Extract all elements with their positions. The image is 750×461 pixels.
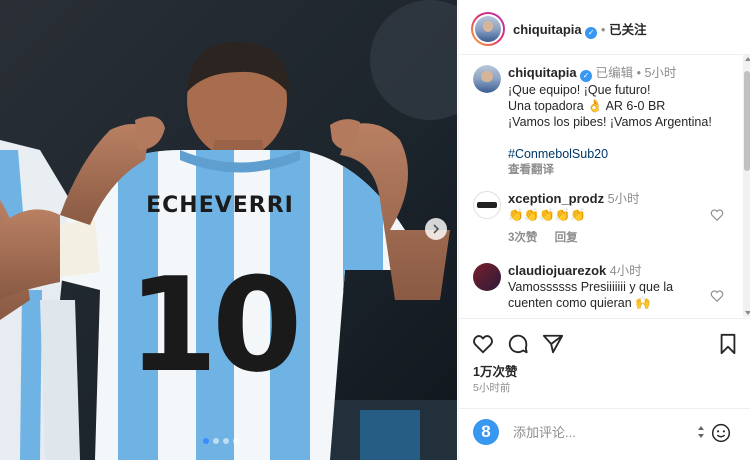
- comment-like-heart-icon[interactable]: [710, 208, 724, 222]
- posted-time: 5小时前: [473, 382, 511, 394]
- chevron-right-icon: [433, 224, 440, 234]
- carousel-dot: [213, 438, 219, 444]
- post-caption: chiquitapia ✓ 已编辑 • 5小时 ¡Que equipo! ¡Qu…: [508, 65, 738, 178]
- comment-bubble-icon[interactable]: [507, 333, 529, 355]
- caption-separator: •: [636, 66, 641, 80]
- jersey-number-text: 10: [128, 249, 297, 401]
- post-header: chiquitapia ✓ • 已关注: [459, 0, 750, 55]
- current-user-avatar: 8: [473, 419, 499, 445]
- owner-avatar[interactable]: [471, 12, 505, 46]
- caption-avatar[interactable]: [473, 65, 501, 93]
- header-separator: •: [600, 22, 606, 37]
- comment-likes-count[interactable]: 3次赞: [508, 232, 537, 244]
- comment-time: 5小时: [607, 192, 640, 206]
- comments-scroll-area[interactable]: chiquitapia ✓ 已编辑 • 5小时 ¡Que equipo! ¡Qu…: [459, 55, 743, 317]
- player-photo-illustration: ECHEVERRI 10: [0, 0, 457, 460]
- owner-username[interactable]: chiquitapia: [513, 22, 582, 37]
- edited-label: 已编辑: [595, 66, 634, 80]
- carousel-dot: [233, 438, 239, 444]
- carousel-dot: [223, 438, 229, 444]
- comment-time: 4小时: [609, 264, 642, 278]
- emoji-smile-icon[interactable]: [711, 423, 731, 443]
- commenter-avatar[interactable]: [473, 191, 501, 219]
- comment-username[interactable]: claudiojuarezok: [508, 263, 606, 278]
- follow-status-button[interactable]: 已关注: [609, 23, 647, 37]
- input-spinner[interactable]: [697, 425, 705, 443]
- commenter-avatar[interactable]: [473, 263, 501, 291]
- comment-item: xception_prodz 5小时 👏👏👏👏👏 3次赞 回复: [508, 191, 738, 246]
- caption-line: ¡Vamos los pibes! ¡Vamos Argentina!: [508, 115, 712, 129]
- caption-line: ¡Que equipo! ¡Que futuro!: [508, 83, 651, 97]
- caption-username[interactable]: chiquitapia: [508, 65, 577, 80]
- jersey-name-text: ECHEVERRI: [146, 193, 294, 218]
- caption-time[interactable]: 5小时: [644, 66, 676, 80]
- add-comment-input[interactable]: [511, 424, 685, 441]
- comments-scrollbar[interactable]: [743, 55, 750, 317]
- comment-reply-button[interactable]: 回复: [555, 232, 578, 244]
- caption-line: Una topadora 👌 AR 6-0 BR: [508, 99, 666, 113]
- carousel-next-button[interactable]: [425, 218, 447, 240]
- instagram-post-viewer: ECHEVERRI 10 chiquitapia ✓ • 已关注 chiquit…: [0, 0, 750, 460]
- see-translation-link[interactable]: 查看翻译: [508, 162, 738, 178]
- comment-item: claudiojuarezok 4小时 Vamossssss Presiiiii…: [508, 263, 738, 311]
- add-comment-bar: 8: [459, 408, 750, 461]
- comment-username[interactable]: xception_prodz: [508, 191, 604, 206]
- hashtag-link[interactable]: #ConmebolSub20: [508, 147, 608, 161]
- carousel-dot-active: [203, 438, 209, 444]
- heart-icon[interactable]: [472, 333, 494, 355]
- post-side-panel: chiquitapia ✓ • 已关注 chiquitapia ✓ 已编辑 • …: [458, 0, 750, 460]
- comment-text: 👏👏👏👏👏: [508, 208, 586, 222]
- likes-count[interactable]: 1万次赞: [473, 361, 517, 380]
- post-actions: 1万次赞 5小时前: [459, 318, 750, 409]
- paper-plane-icon[interactable]: [542, 333, 564, 355]
- comment-like-heart-icon[interactable]: [710, 289, 724, 303]
- comment-text: Vamossssss Presiiiiiii y que la cuenten …: [508, 280, 674, 310]
- post-photo[interactable]: ECHEVERRI 10: [0, 0, 457, 460]
- carousel-dots: [203, 438, 239, 444]
- bookmark-icon[interactable]: [717, 333, 739, 355]
- verified-badge-icon: ✓: [585, 27, 598, 39]
- verified-badge-icon: ✓: [580, 70, 593, 82]
